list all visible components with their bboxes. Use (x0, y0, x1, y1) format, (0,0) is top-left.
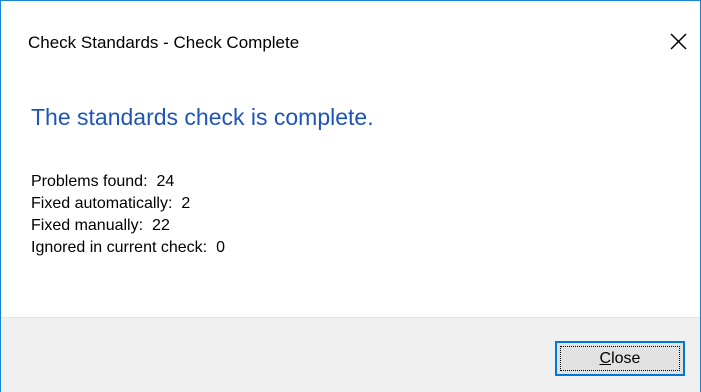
close-button-label: Close (557, 349, 683, 369)
stats-list: Problems found: 24 Fixed automatically: 2 … (31, 171, 225, 259)
stat-fixed-automatically: Fixed automatically: 2 (31, 193, 225, 215)
close-icon[interactable] (665, 29, 691, 55)
stat-ignored: Ignored in current check: 0 (31, 237, 225, 259)
window-title: Check Standards - Check Complete (28, 33, 300, 52)
stat-fixed-manually: Fixed manually: 22 (31, 215, 225, 237)
close-button-label-rest: lose (611, 350, 641, 367)
check-complete-dialog: Check Standards - Check Complete The sta… (0, 0, 701, 392)
stat-value: 0 (216, 239, 225, 256)
title-bar: Check Standards - Check Complete (1, 1, 700, 61)
completion-heading: The standards check is complete. (31, 104, 374, 130)
stat-label: Ignored in current check: (31, 239, 208, 256)
close-button-mnemonic: C (599, 350, 612, 367)
stat-value: 2 (181, 195, 191, 212)
stat-value: 22 (152, 217, 170, 234)
button-bar: Close (1, 317, 700, 392)
stat-label: Fixed automatically: (31, 195, 173, 212)
stat-value: 24 (156, 173, 175, 190)
stat-label: Problems found: (31, 173, 148, 190)
close-button[interactable]: Close (555, 341, 685, 376)
stat-label: Fixed manually: (31, 217, 144, 234)
stat-problems-found: Problems found: 24 (31, 171, 225, 193)
